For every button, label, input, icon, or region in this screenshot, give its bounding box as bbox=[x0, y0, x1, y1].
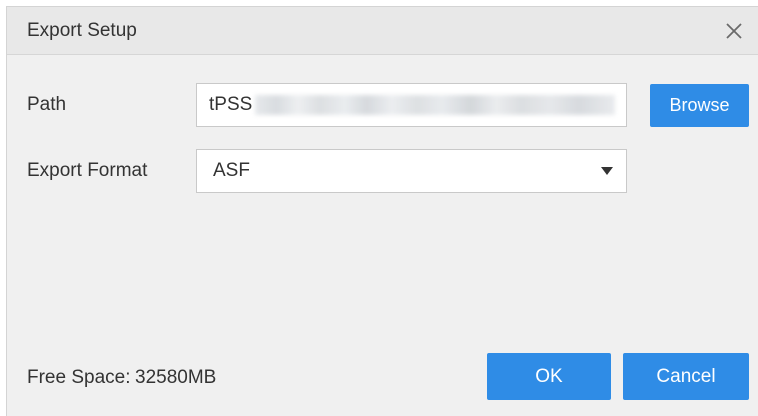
cancel-button[interactable]: Cancel bbox=[623, 353, 749, 400]
path-input[interactable]: tPSS bbox=[196, 83, 627, 127]
close-icon[interactable] bbox=[722, 19, 746, 43]
export-setup-dialog: Export Setup Path tPSS Browse Export For… bbox=[6, 6, 758, 416]
browse-button[interactable]: Browse bbox=[650, 84, 749, 127]
chevron-down-icon bbox=[601, 167, 613, 175]
path-value: tPSS bbox=[209, 94, 253, 115]
free-space-value: 32580MB bbox=[135, 367, 217, 388]
path-value-obscured bbox=[255, 95, 615, 115]
export-format-select[interactable]: ASF bbox=[196, 149, 627, 193]
export-format-label: Export Format bbox=[27, 160, 148, 181]
ok-button[interactable]: OK bbox=[487, 353, 611, 400]
export-format-value: ASF bbox=[213, 160, 250, 181]
dialog-title: Export Setup bbox=[27, 20, 137, 41]
free-space-label: Free Space: bbox=[27, 367, 131, 388]
dialog-titlebar: Export Setup bbox=[7, 7, 758, 55]
path-label: Path bbox=[27, 94, 67, 115]
